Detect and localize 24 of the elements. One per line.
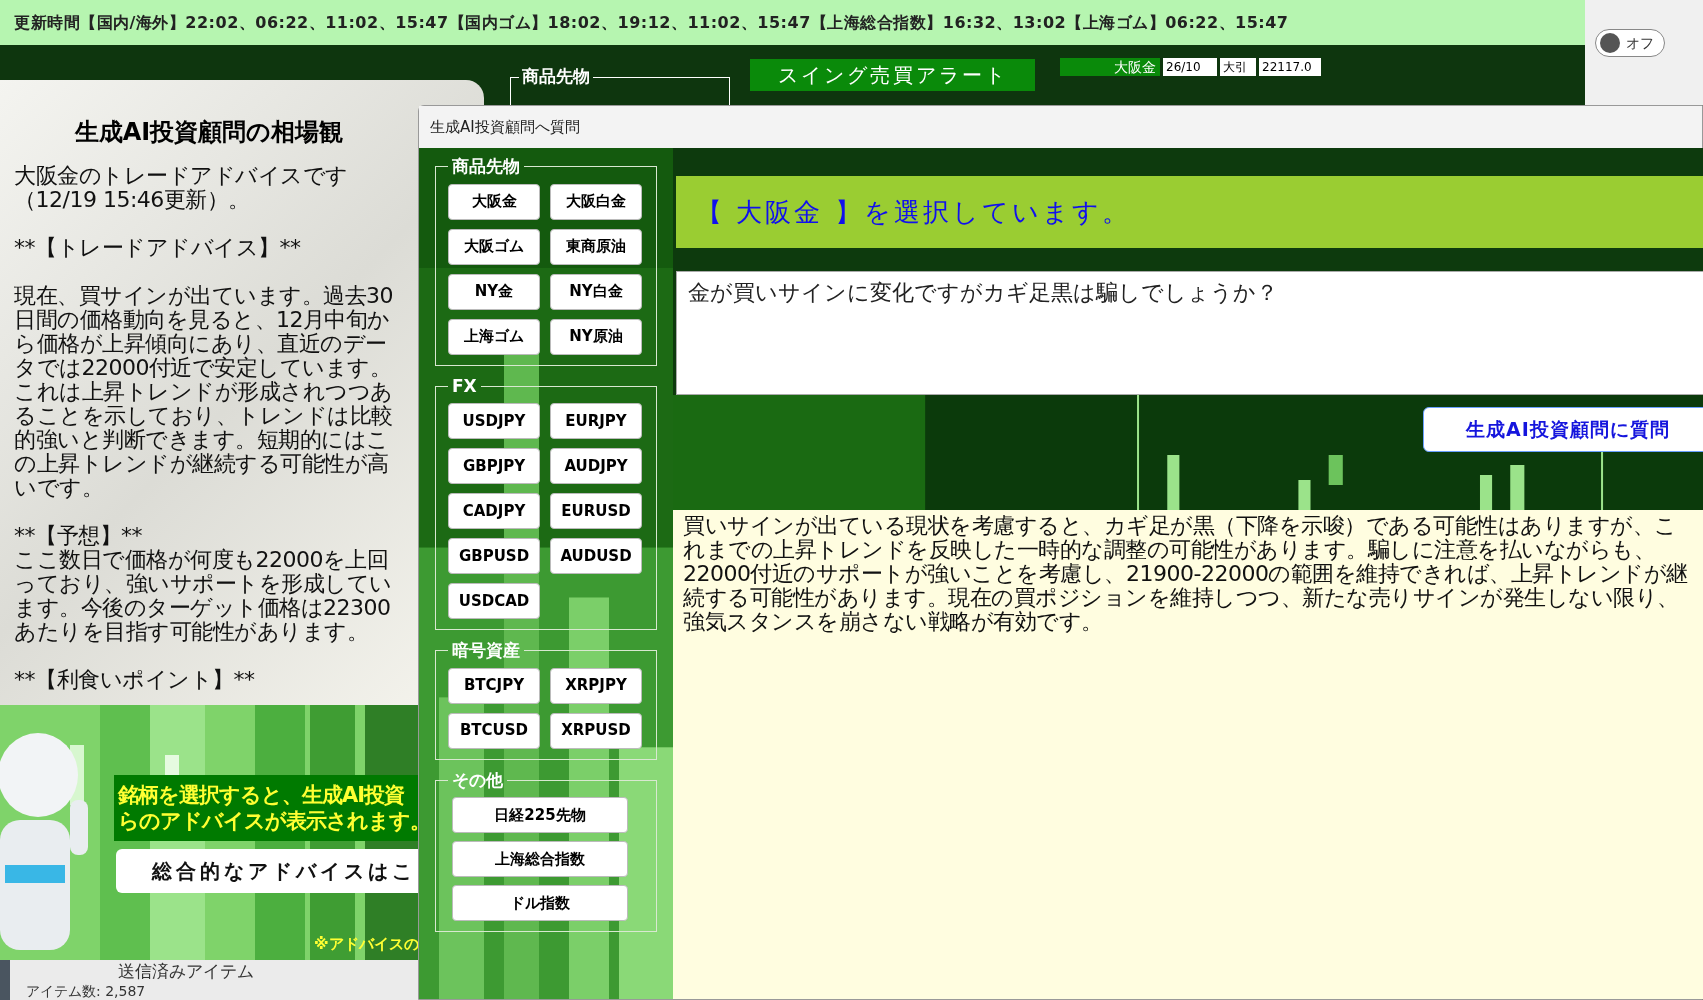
- advice-paragraph: **【予想】** ここ数日で価格が何度も22000を上回っており、強いサポートを形成しています。今後のターゲット価格は22300あたりを目指す可能性があります。: [14, 524, 393, 644]
- alert-button[interactable]: スイング売買アラート: [750, 59, 1035, 91]
- advice-paragraph: **【利食いポイント】**: [14, 668, 256, 692]
- ask-button[interactable]: 生成AI投資顧問に質問: [1423, 407, 1703, 452]
- selection-banner: 【 大阪金 】を選択しています。: [676, 176, 1703, 248]
- ticker-month: 26/10: [1163, 58, 1217, 76]
- toggle-switch[interactable]: オフ: [1595, 29, 1665, 57]
- answer-text: 買いサインが出ている現状を考慮すると、カギ足が黒（下降を示唆）である可能性はありますが、これまでの上昇トレンドを反映した一時的な調整の可能性があります。騙しに注意を払いながらも、22000付近のサポートが強いことを考慮し、21900-22000の範囲を維持できれば、上昇トレンドが継続する可能性があります。現在の買ポジションを維持しつつ、新たな売りサインが発生しない限り、強気スタンスを崩さない戦略が有効です。: [683, 514, 1689, 634]
- footnote: ※アドバイスの: [314, 934, 419, 955]
- question-field[interactable]: 金が買いサインに変化ですがカギ足黒は騙しでしょうか？: [676, 271, 1703, 395]
- advice-button[interactable]: 総合的なアドバイスはこ: [116, 849, 420, 893]
- notice-text: らのアドバイスが表示されます。: [118, 808, 420, 834]
- notice-text: 銘柄を選択すると、生成AI投資: [118, 782, 406, 808]
- update-times: 更新時間【国内/海外】22:02、06:22、11:02、15:47【国内ゴム】18:02、19:12、11:02、15:47【上海総合指数】16:32、13:02【上海ゴム】06:22、15:47: [14, 11, 1289, 34]
- advice-paragraph: 大阪金のトレードアドバイスです（12/19 15:46更新）。: [14, 164, 349, 212]
- dialog-title: 生成AI投資顧問へ質問: [430, 116, 580, 138]
- advice-paragraph: **【トレードアドバイス】**: [14, 236, 302, 260]
- folder-label: 送信済みアイテム: [117, 960, 255, 982]
- ticker-session: 大引: [1220, 58, 1256, 76]
- item-count: アイテム数: 2,587: [26, 982, 147, 1000]
- advice-paragraph: 現在、買サインが出ています。過去30日間の価格動向を見ると、12月中旬から価格が上昇傾向にあり、直近のデータでは22000付近で安定しています。これは上昇トレンドが形成されつつあることを示しており、トレンドは比較的強いと判断できます。短期的にはこの上昇トレンドが継続する可能性が高いです。: [14, 284, 394, 500]
- advice-title: 生成AI投資顧問の相場観: [73, 117, 345, 148]
- ticker-name: 大阪金: [1060, 58, 1160, 76]
- ticker-price: 22117.0: [1259, 58, 1321, 76]
